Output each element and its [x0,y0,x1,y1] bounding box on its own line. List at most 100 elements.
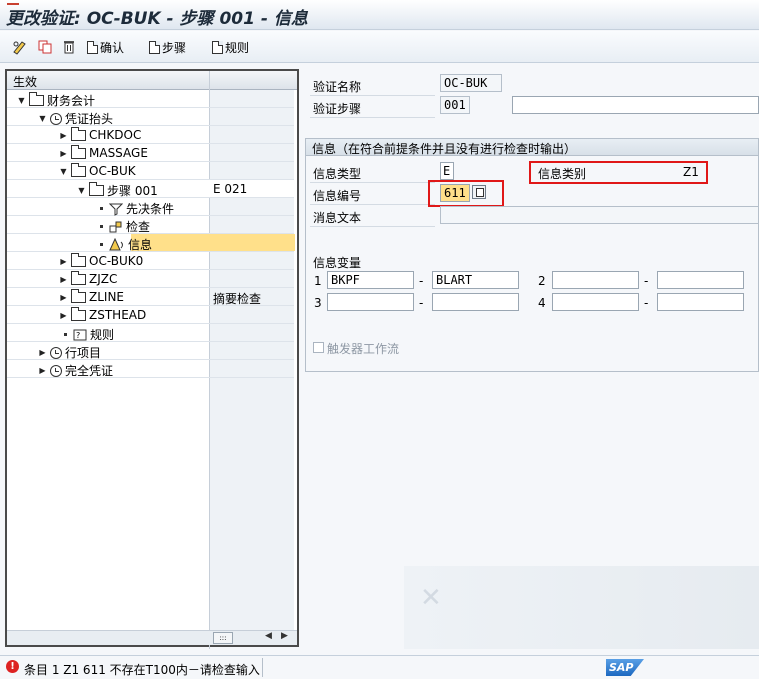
step-button[interactable]: 步骤 [149,38,186,56]
collapsed-icon[interactable]: ▶ [59,131,68,140]
message-type-field[interactable]: E [440,162,454,180]
message-variables-label: 信息变量 [313,256,362,270]
variable-1-table[interactable]: BKPF [327,271,414,289]
tree-node-label: 规则 [90,328,115,342]
expand-icon[interactable]: ▼ [77,186,86,195]
document-icon [149,40,160,54]
rule-icon: ? [73,329,87,340]
funnel-icon [109,203,123,216]
copy-button[interactable] [37,38,53,56]
confirm-button[interactable]: 确认 [87,38,124,56]
bullet-icon [64,333,67,336]
variable-1-field[interactable]: BLART [432,271,519,289]
tree-node-fi[interactable]: ▼ 财务会计 [7,90,294,108]
variable-dash: - [644,296,649,310]
variable-2-table[interactable] [552,271,639,289]
status-message[interactable]: 条目 1 Z1 611 不存在T100内－请检查输入 [24,661,260,678]
tree-node-label: 信息 [128,238,153,252]
validation-name-field[interactable]: OC-BUK [440,74,502,92]
copy-icon [38,40,52,54]
collapsed-icon[interactable]: ▶ [59,293,68,302]
variable-3-field[interactable] [432,293,519,311]
tree-node-zsthead[interactable]: ▶ ZSTHEAD [7,306,294,324]
bullet-icon [100,225,103,228]
message-text-field [440,206,759,224]
folder-icon [71,288,86,303]
tree-node-status: E 021 [213,182,248,196]
pencil-glasses-icon [13,41,26,55]
document-icon [212,40,223,54]
tree-node-oc-buk0[interactable]: ▶ OC-BUK0 [7,252,294,270]
tree-node-label: 检查 [126,220,151,234]
document-icon [87,40,98,54]
folder-icon [71,306,86,321]
tree-node-complete-doc[interactable]: ▶ 完全凭证 [7,360,294,378]
tree-node-step-001[interactable]: ▼ 步骤 001 E 021 [7,180,294,198]
tree-node-oc-buk[interactable]: ▼ OC-BUK [7,162,294,180]
application-toolbar: 确认 步骤 规则 [0,31,759,63]
collapsed-icon[interactable]: ▶ [59,311,68,320]
tree-node-message[interactable]: 信息 [7,234,295,252]
svg-text:?: ? [76,331,80,340]
folder-icon [71,252,86,267]
edit-button[interactable] [12,38,28,56]
trash-icon [64,41,74,54]
background-watermark [404,566,759,649]
tree-node-chkdoc[interactable]: ▶ CHKDOC [7,126,294,144]
scroll-left-icon[interactable]: ◀ [265,631,272,641]
confirm-label: 确认 [100,40,125,55]
tree-node-massage[interactable]: ▶ MASSAGE [7,144,294,162]
tree-node-label: OC-BUK [89,164,136,178]
horizontal-scroll-thumb[interactable]: ::: [213,632,233,644]
collapsed-icon[interactable]: ▶ [38,366,47,375]
delete-button[interactable] [61,38,77,56]
title-bar: 更改验证: OC-BUK - 步骤 001 - 信息 [0,0,759,30]
tree-node-prerequisite[interactable]: 先决条件 [7,198,294,216]
message-group-title: 信息（在符合前提条件并且没有进行检查时输出） [306,139,758,156]
label-underline [310,204,435,205]
validation-step-label: 验证步骤 [313,102,362,116]
validation-step-field[interactable]: 001 [440,96,470,114]
open-folder-icon [89,182,104,196]
bullet-icon [100,207,103,210]
tree-node-zline[interactable]: ▶ ZLINE 摘要检查 [7,288,294,306]
expand-icon[interactable]: ▼ [38,114,47,123]
validation-tree: 生效 ▼ 财务会计 ▼ 凭证抬头 ▶ CHKDOC ▶ MASSAGE ▼ OC… [5,69,299,649]
tree-column-header: 生效 [13,75,38,89]
tree-node-label: 完全凭证 [65,364,114,378]
variable-4-table[interactable] [552,293,639,311]
tree-node-line-items[interactable]: ▶ 行项目 [7,342,294,360]
collapsed-icon[interactable]: ▶ [59,257,68,266]
folder-icon [71,162,86,177]
expand-icon[interactable]: ▼ [59,167,68,176]
collapsed-icon[interactable]: ▶ [59,275,68,284]
variable-3-table[interactable] [327,293,414,311]
selection-highlight [131,234,295,251]
tree-node-label: OC-BUK0 [89,254,144,268]
tree-node-label: CHKDOC [89,128,142,142]
tree-node-rules[interactable]: ? 规则 [7,324,294,342]
expand-icon[interactable]: ▼ [17,96,26,105]
collapsed-icon[interactable]: ▶ [38,348,47,357]
tree-node-doc-header[interactable]: ▼ 凭证抬头 [7,108,294,126]
tree-node-label: MASSAGE [89,146,148,160]
scroll-right-icon[interactable]: ▶ [281,631,288,641]
validation-step-description[interactable] [512,96,759,114]
label-underline [310,117,435,118]
highlight-box-number [428,180,504,207]
tree-node-zjzc[interactable]: ▶ ZJZC [7,270,294,288]
folder-icon [29,92,44,106]
variable-4-field[interactable] [657,293,744,311]
clock-icon [50,346,62,359]
trigger-workflow-checkbox[interactable] [313,342,324,353]
tree-node-check[interactable]: 检查 [7,216,294,234]
rule-button[interactable]: 规则 [212,38,249,56]
collapsed-icon[interactable]: ▶ [59,149,68,158]
status-bar: ! 条目 1 Z1 611 不存在T100内－请检查输入 [0,655,759,679]
label-underline [310,182,435,183]
folder-icon [71,270,86,285]
tree-node-label: 步骤 001 [107,184,158,198]
tree-node-label: 财务会计 [47,94,96,108]
variable-2-field[interactable] [657,271,744,289]
message-text-label: 消息文本 [313,211,362,225]
